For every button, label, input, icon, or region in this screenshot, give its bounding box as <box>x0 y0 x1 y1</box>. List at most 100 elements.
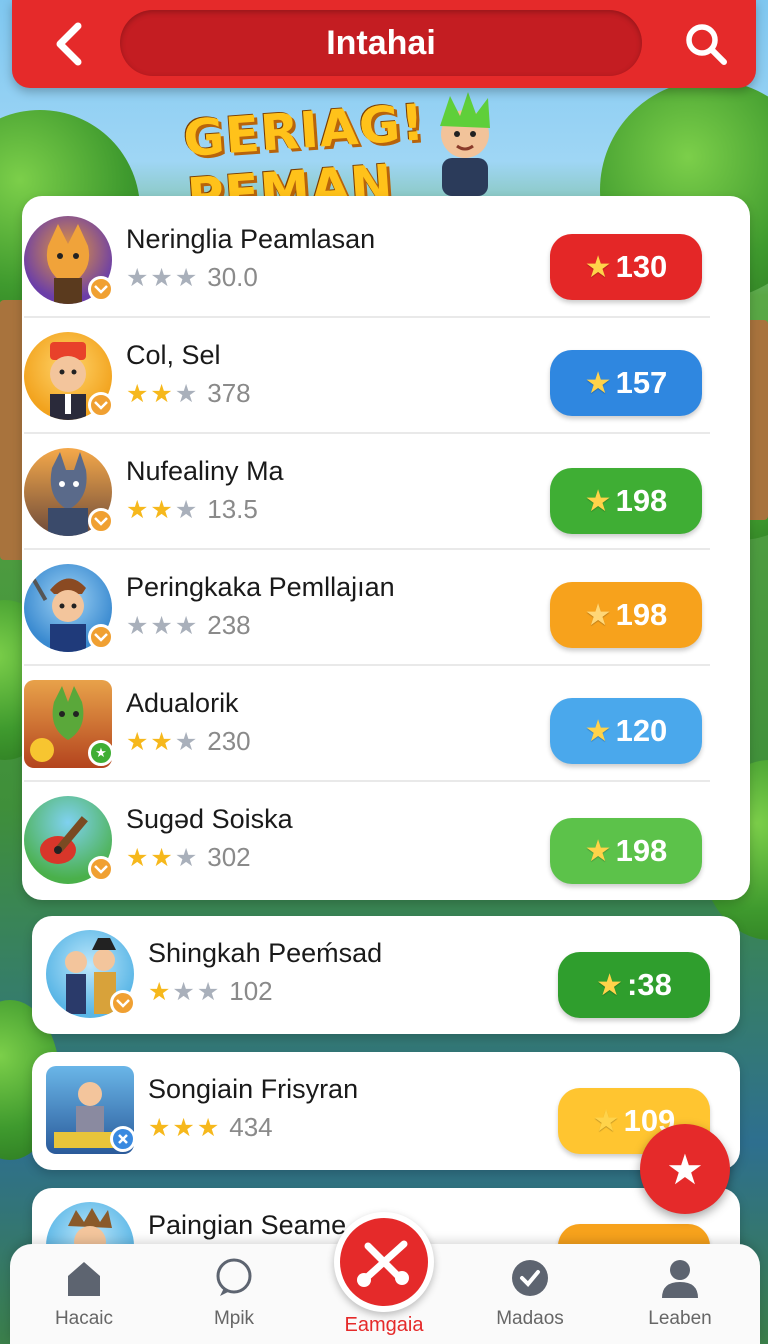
list-item[interactable]: Neringlia Peamlasan ★ ★ ★ 30.0 ★ 130 <box>24 202 710 318</box>
list-item-content: Songiain Frisyran ★ ★ ★ 434 ★ 109 <box>46 1052 732 1168</box>
rating-score: 238 <box>207 609 251 640</box>
verified-badge-icon <box>88 508 114 534</box>
player-name: Col, Sel <box>126 340 221 370</box>
center-action-label: Eamgaia <box>344 1314 424 1336</box>
points-value: :38 <box>627 967 672 1002</box>
list-item[interactable]: Peringkaka Pemllajıan ★ ★ ★ 238 ★ 198 <box>24 550 710 666</box>
game-banner: GERIAG! PEMAN <box>150 80 530 226</box>
star-rating: ★ ★ ★ 230 <box>126 726 251 756</box>
nav-item-profile[interactable]: Leaben <box>620 1244 740 1344</box>
star-rating: ★ ★ ★ 30.0 <box>126 262 258 292</box>
rating-score: 230 <box>207 725 251 756</box>
points-value: 198 <box>615 833 668 868</box>
back-button[interactable] <box>46 18 98 70</box>
star-rating: ★ ★ ★ 434 <box>148 1112 273 1142</box>
star-rating: ★ ★ ★ 102 <box>148 976 273 1006</box>
points-button[interactable]: ★ 198 <box>550 468 702 534</box>
rating-score: 302 <box>207 841 251 872</box>
list-item[interactable]: Songiain Frisyran ★ ★ ★ 434 ★ 109 <box>32 1052 740 1170</box>
rating-score: 30.0 <box>207 261 258 292</box>
star-icon: ★ <box>126 494 149 524</box>
points-value: 198 <box>615 597 668 632</box>
star-icon: ★ <box>174 842 198 872</box>
star-rating: ★ ★ ★ 238 <box>126 610 251 640</box>
search-icon <box>686 24 727 65</box>
nav-label: Madaos <box>496 1308 564 1329</box>
points-value: 198 <box>615 483 668 518</box>
star-icon: ★ <box>172 1112 195 1142</box>
avatar <box>24 216 114 304</box>
rating-score: 378 <box>207 377 251 408</box>
list-item-content: Shingkah Peeḿsad ★ ★ ★ 102 ★:38 <box>46 916 732 1032</box>
star-icon: ★ <box>174 726 198 756</box>
star-icon: ★ <box>150 494 173 524</box>
list-item[interactable]: Col, Sel ★ ★ ★ 378 ★ 157 <box>24 318 710 434</box>
points-button[interactable]: ★ 157 <box>550 350 702 416</box>
nav-item-madaos[interactable]: Madaos <box>470 1244 590 1344</box>
list-item[interactable]: Shingkah Peeḿsad ★ ★ ★ 102 ★:38 <box>32 916 740 1034</box>
star-rating: ★ ★ ★ 302 <box>126 842 251 872</box>
points-button[interactable]: ★ 120 <box>550 698 702 764</box>
nav-label: Mpik <box>213 1308 255 1329</box>
points-value: 157 <box>615 365 668 400</box>
nav-item-home[interactable]: Hacaic <box>24 1244 144 1344</box>
star-icon: ★ <box>196 976 220 1006</box>
avatar <box>24 448 114 536</box>
rating-score: 434 <box>229 1111 273 1142</box>
avatar <box>46 930 136 1018</box>
star-icon: ★ <box>196 1112 220 1142</box>
nav-label: Leaben <box>648 1308 712 1329</box>
chevron-left-icon <box>56 22 82 66</box>
top-app-bar: Intahai <box>12 0 756 88</box>
player-name: Neringlia Peamlasan <box>126 224 376 254</box>
verified-badge-icon <box>88 392 114 418</box>
star-icon: ★ <box>126 378 149 408</box>
star-icon: ★ <box>148 976 171 1006</box>
rating-score: 102 <box>229 975 273 1006</box>
favorite-fab[interactable]: ★ <box>640 1124 730 1214</box>
center-action-button[interactable] <box>334 1212 434 1312</box>
star-rating: ★ ★ ★ 13.5 <box>126 494 258 524</box>
points-button[interactable]: ★ 198 <box>550 582 702 648</box>
star-icon: ★ <box>584 365 612 401</box>
avatar <box>24 332 114 420</box>
star-icon: ★ <box>174 262 198 292</box>
star-icon: ★ <box>584 483 612 519</box>
star-icon: ★ <box>584 833 612 869</box>
player-name: Peringkaka Pemllajıan <box>126 572 395 602</box>
avatar: ★ <box>24 680 114 768</box>
points-value: 120 <box>615 713 668 748</box>
star-icon: ★ <box>150 842 173 872</box>
star-icon: ★ <box>126 610 149 640</box>
star-icon: ★ <box>174 610 198 640</box>
page-title: Intahai <box>120 10 642 76</box>
points-button[interactable]: ★ 198 <box>550 818 702 884</box>
player-name: Nufealiny Ma <box>126 456 284 486</box>
home-icon <box>68 1262 100 1296</box>
star-icon: ★ <box>148 1112 171 1142</box>
star-rating: ★ ★ ★ 378 <box>126 378 251 408</box>
list-item[interactable]: Nufealiny Ma ★ ★ ★ 13.5 ★ 198 <box>24 434 710 550</box>
star-icon: ★ <box>174 494 198 524</box>
nav-item-chat[interactable]: Mpik <box>174 1244 294 1344</box>
player-name: Shingkah Peeḿsad <box>148 938 383 968</box>
star-icon: ★ <box>592 1103 620 1139</box>
points-button[interactable]: ★:38 <box>558 952 710 1018</box>
star-icon: ★ <box>584 249 612 285</box>
avatar <box>24 564 114 652</box>
search-button[interactable] <box>680 18 732 70</box>
user-icon <box>662 1260 698 1298</box>
player-name: Paingian Seame <box>148 1210 347 1240</box>
avatar <box>24 796 114 884</box>
list-item[interactable]: ★ Adualorik ★ ★ ★ 230 ★ 120 <box>24 666 710 782</box>
list-item[interactable]: Sugəd Soiska ★ ★ ★ 302 ★ 198 <box>24 782 710 898</box>
player-name: Adualorik <box>126 688 239 718</box>
star-icon: ★ <box>150 378 173 408</box>
points-button[interactable]: ★ 130 <box>550 234 702 300</box>
points-value: 130 <box>615 249 668 284</box>
verified-badge-icon <box>88 276 114 302</box>
nav-label: Hacaic <box>54 1308 114 1329</box>
verified-badge-icon <box>110 990 136 1016</box>
star-icon: ★ <box>172 976 195 1006</box>
check-circle-icon <box>512 1260 548 1296</box>
